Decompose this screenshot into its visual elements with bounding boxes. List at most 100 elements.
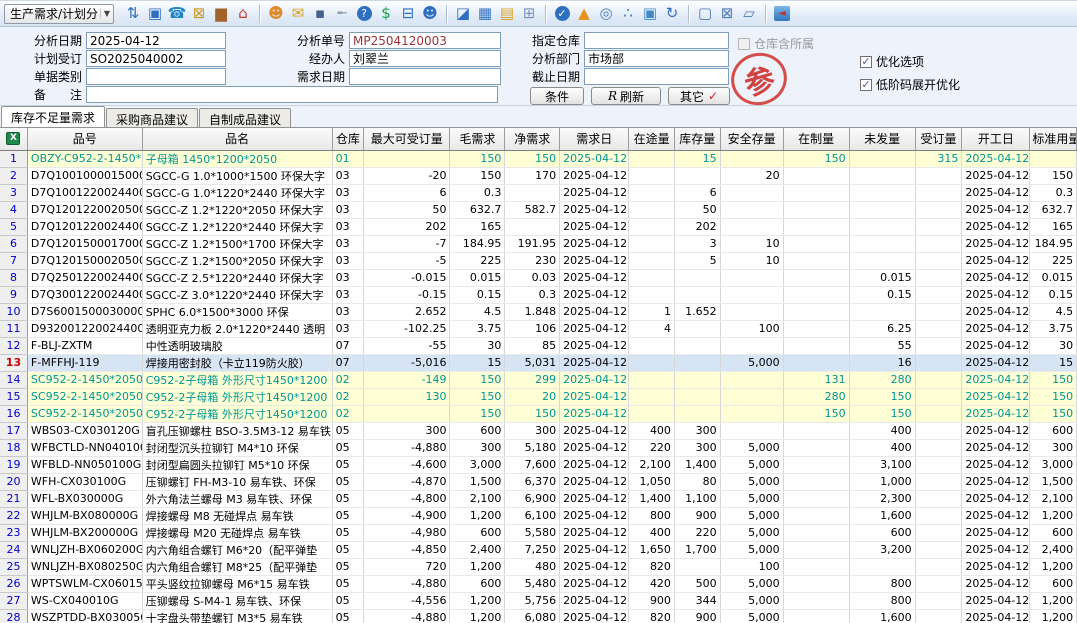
cell-in_making[interactable]: [783, 286, 849, 303]
cell-pno[interactable]: D7Q1201500020500G: [27, 252, 142, 269]
cell-in_transit[interactable]: [629, 388, 675, 405]
cell-gross_demand[interactable]: 184.95: [450, 235, 505, 252]
cell-start_date[interactable]: 2025-04-12: [962, 286, 1030, 303]
cell-safety_stock[interactable]: 5,000: [720, 354, 783, 371]
cell-pname[interactable]: 内六角组合螺钉 M8*25（配平弹垫: [142, 558, 332, 575]
cell-wh[interactable]: 03: [332, 303, 363, 320]
cell-in_transit[interactable]: 800: [629, 507, 675, 524]
cell-net_demand[interactable]: 191.95: [505, 235, 560, 252]
cell-net_demand[interactable]: 230: [505, 252, 560, 269]
cell-pname[interactable]: SGCC-G 1.0*1220*2440 环保大字: [142, 184, 332, 201]
cell-unshipped[interactable]: 400: [849, 422, 915, 439]
users-icon[interactable]: ☻: [265, 4, 287, 24]
cell-pno[interactable]: WNLJZH-BX080250G: [27, 558, 142, 575]
cell-gross_demand[interactable]: 150: [450, 388, 505, 405]
cell-pno[interactable]: WFBCTLD-NN040100G: [27, 439, 142, 456]
cell-safety_stock[interactable]: [720, 337, 783, 354]
cell-std_usage[interactable]: 3,000: [1030, 456, 1077, 473]
cell-pname[interactable]: 封闭型扁圆头拉铆钉 M5*10 环保: [142, 456, 332, 473]
cell-max_orderable[interactable]: -4,850: [364, 541, 450, 558]
cell-pname[interactable]: 压铆螺母 S-M4-1 易车铁、环保: [142, 592, 332, 609]
row-number[interactable]: 3: [0, 184, 27, 201]
cell-demand_date[interactable]: 2025-04-12: [560, 524, 629, 541]
cell-max_orderable[interactable]: -4,556: [364, 592, 450, 609]
cell-net_demand[interactable]: 5,180: [505, 439, 560, 456]
cell-stock[interactable]: 1,700: [674, 541, 720, 558]
cell-std_usage[interactable]: 30: [1030, 337, 1077, 354]
cell-demand_date[interactable]: 2025-04-12: [560, 405, 629, 422]
cell-unshipped[interactable]: 16: [849, 354, 915, 371]
cell-stock[interactable]: 80: [674, 473, 720, 490]
cell-start_date[interactable]: 2025-04-12: [962, 218, 1030, 235]
cell-unshipped[interactable]: 1,000: [849, 473, 915, 490]
cell-unshipped[interactable]: 6.25: [849, 320, 915, 337]
cell-stock[interactable]: 900: [674, 507, 720, 524]
cell-max_orderable[interactable]: 202: [364, 218, 450, 235]
cell-std_usage[interactable]: 300: [1030, 439, 1077, 456]
condition-button[interactable]: 条件: [530, 87, 584, 105]
cell-net_demand[interactable]: 7,600: [505, 456, 560, 473]
cell-in_making[interactable]: [783, 201, 849, 218]
cell-gross_demand[interactable]: 4.5: [450, 303, 505, 320]
cell-in_transit[interactable]: 220: [629, 439, 675, 456]
cell-max_orderable[interactable]: 2.652: [364, 303, 450, 320]
cell-in_transit[interactable]: 1: [629, 303, 675, 320]
cell-start_date[interactable]: 2025-04-12: [962, 252, 1030, 269]
cell-unshipped[interactable]: 0.015: [849, 269, 915, 286]
copy-icon[interactable]: ⊞: [518, 4, 540, 24]
cell-wh[interactable]: 03: [332, 320, 363, 337]
cell-in_making[interactable]: [783, 235, 849, 252]
cell-start_date[interactable]: 2025-04-12: [962, 303, 1030, 320]
cell-in_making[interactable]: [783, 269, 849, 286]
cell-ordered[interactable]: [915, 507, 962, 524]
cell-pno[interactable]: SC952-2-1450*2050-1: [27, 371, 142, 388]
cell-net_demand[interactable]: 6,080: [505, 609, 560, 623]
cell-wh[interactable]: 05: [332, 456, 363, 473]
cell-pname[interactable]: SGCC-Z 1.2*1500*1700 环保大字: [142, 235, 332, 252]
cell-in_making[interactable]: [783, 184, 849, 201]
row-number[interactable]: 2: [0, 167, 27, 184]
cell-stock[interactable]: [674, 337, 720, 354]
cell-max_orderable[interactable]: -4,800: [364, 490, 450, 507]
cell-in_making[interactable]: [783, 320, 849, 337]
cell-safety_stock[interactable]: 5,000: [720, 575, 783, 592]
lock-icon[interactable]: ⊠: [188, 4, 210, 24]
cell-std_usage[interactable]: 0.15: [1030, 286, 1077, 303]
cell-demand_date[interactable]: 2025-04-12: [560, 371, 629, 388]
table-row-11[interactable]: 11D932001220024400G透明亚克力板 2.0*1220*2440 …: [0, 320, 1077, 337]
analysis-dept-input[interactable]: [584, 50, 729, 67]
cell-net_demand[interactable]: 480: [505, 558, 560, 575]
cell-pname[interactable]: C952-2子母箱 外形尺寸1450*1200: [142, 405, 332, 422]
cell-max_orderable[interactable]: 50: [364, 201, 450, 218]
cell-pname[interactable]: 外六角法兰螺母 M3 易车铁、环保: [142, 490, 332, 507]
cell-max_orderable[interactable]: -5: [364, 252, 450, 269]
cell-pname[interactable]: SGCC-Z 3.0*1220*2440 环保大字: [142, 286, 332, 303]
cell-demand_date[interactable]: 2025-04-12: [560, 269, 629, 286]
cell-wh[interactable]: 03: [332, 184, 363, 201]
cell-pname[interactable]: SGCC-G 1.0*1000*1500 环保大字: [142, 167, 332, 184]
cell-pname[interactable]: SGCC-Z 1.2*1500*2050 环保大字: [142, 252, 332, 269]
cell-demand_date[interactable]: 2025-04-12: [560, 575, 629, 592]
cell-demand_date[interactable]: 2025-04-12: [560, 609, 629, 623]
cell-net_demand[interactable]: 1.848: [505, 303, 560, 320]
cell-start_date[interactable]: 2025-04-12: [962, 507, 1030, 524]
cell-in_transit[interactable]: [629, 167, 675, 184]
cell-max_orderable[interactable]: [364, 150, 450, 167]
cell-in_making[interactable]: [783, 490, 849, 507]
row-number[interactable]: 8: [0, 269, 27, 286]
cell-gross_demand[interactable]: 3.75: [450, 320, 505, 337]
cell-pname[interactable]: 十字盘头带垫螺钉 M3*5 易车铁: [142, 609, 332, 623]
column-header-start_date[interactable]: 开工日: [962, 128, 1030, 150]
cell-wh[interactable]: 03: [332, 167, 363, 184]
cell-max_orderable[interactable]: -0.015: [364, 269, 450, 286]
column-header-pno[interactable]: 品号: [27, 128, 142, 150]
cell-max_orderable[interactable]: 720: [364, 558, 450, 575]
cell-ordered[interactable]: [915, 303, 962, 320]
cell-safety_stock[interactable]: [720, 150, 783, 167]
row-number[interactable]: 17: [0, 422, 27, 439]
cell-net_demand[interactable]: 6,900: [505, 490, 560, 507]
cell-in_making[interactable]: [783, 507, 849, 524]
cell-demand_date[interactable]: 2025-04-12: [560, 303, 629, 320]
cell-stock[interactable]: 220: [674, 524, 720, 541]
cell-start_date[interactable]: 2025-04-12: [962, 422, 1030, 439]
